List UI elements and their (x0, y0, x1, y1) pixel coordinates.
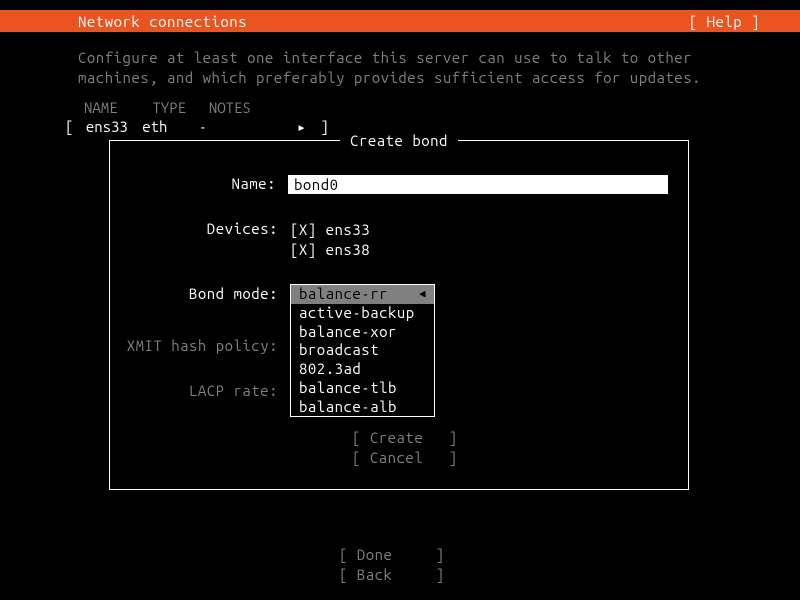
iface-name: ens33 (82, 118, 134, 135)
bond-mode-option-balance-alb[interactable]: balance-alb (291, 398, 434, 417)
devices-list: [X] ens33 [X] ens38 (290, 220, 668, 259)
iface-header-name: NAME (84, 99, 144, 116)
devices-label: Devices: (120, 220, 290, 237)
bond-mode-option-balance-rr[interactable]: balance-rr ◀ (291, 285, 434, 304)
bond-mode-dropdown[interactable]: balance-rr ◀ active-backup balance-xor b… (290, 284, 435, 417)
dialog-title: Create bond (340, 132, 458, 149)
name-label: Name: (120, 175, 288, 192)
iface-type: eth (142, 118, 190, 135)
help-button[interactable]: [ Help ] (689, 13, 770, 30)
done-button[interactable]: [ Done ] (339, 545, 445, 565)
device-checkbox-ens33[interactable]: [X] ens33 (290, 220, 668, 240)
create-bond-dialog: Create bond Name: bond0 Devices: [X] ens… (109, 140, 689, 490)
back-button[interactable]: [ Back ] (339, 565, 445, 585)
lacp-rate-label: LACP rate: (120, 382, 290, 399)
page-description: Configure at least one interface this se… (0, 32, 800, 93)
cancel-button[interactable]: [ Cancel ] (352, 448, 458, 468)
device-checkbox-ens38[interactable]: [X] ens38 (290, 240, 668, 260)
footer-buttons: [ Done ] [ Back ] (339, 545, 445, 584)
iface-notes: - (199, 118, 289, 135)
chevron-left-icon: ◀ (419, 288, 426, 302)
iface-header-type: TYPE (152, 99, 200, 116)
iface-table-header: NAME TYPE NOTES (0, 93, 800, 116)
bond-mode-option-balance-tlb[interactable]: balance-tlb (291, 379, 434, 398)
bracket-open: [ (65, 118, 73, 135)
page-title: Network connections (78, 13, 247, 30)
bond-mode-option-balance-xor[interactable]: balance-xor (291, 323, 434, 342)
dialog-buttons: [ Create ] [ Cancel ] (352, 428, 458, 467)
bond-name-input[interactable]: bond0 (288, 175, 668, 194)
bond-mode-option-broadcast[interactable]: broadcast (291, 341, 434, 360)
header: Network connections [ Help ] (0, 10, 800, 32)
bond-mode-option-8023ad[interactable]: 802.3ad (291, 360, 434, 379)
bond-mode-label: Bond mode: (120, 285, 290, 302)
xmit-hash-policy-label: XMIT hash policy: (120, 337, 290, 354)
bracket-close: ] (314, 118, 328, 135)
bond-mode-option-active-backup[interactable]: active-backup (291, 304, 434, 323)
iface-header-notes: NOTES (209, 99, 299, 116)
create-button[interactable]: [ Create ] (352, 428, 458, 448)
chevron-right-icon: ▸ (297, 118, 306, 136)
